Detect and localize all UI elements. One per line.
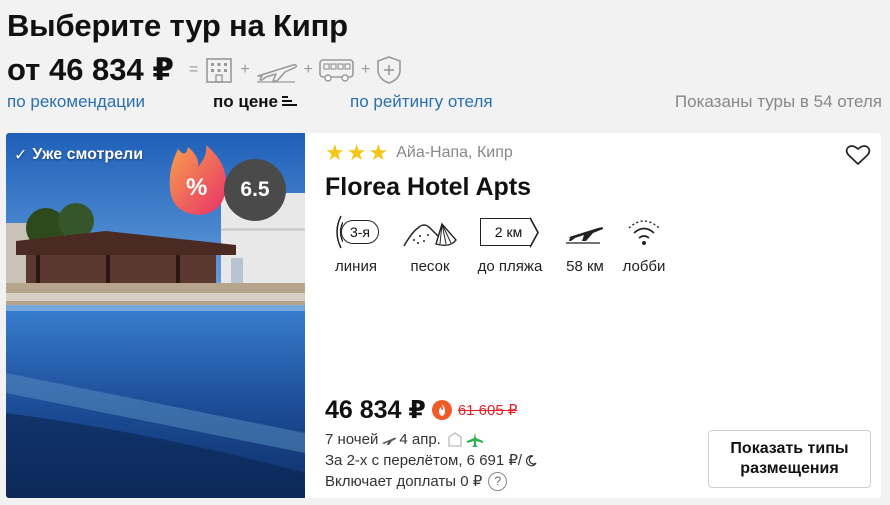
nights-row: 7 ночей 4 апр. [325,429,537,450]
plus-sign-3: + [361,61,371,78]
feature-label: лобби [622,258,666,275]
hot-deal-fire-icon [431,400,452,420]
show-room-types-button[interactable]: Показать типы размещения [708,430,871,488]
sand-beach-icon [402,212,458,252]
current-price-row: 46 834 ₽ 61 605 ₽ [325,395,537,425]
nights: 7 ночей [325,431,379,448]
sort-recommended[interactable]: по рекомендации [7,92,145,112]
current-price: 46 834 ₽ [325,396,426,424]
hotel-icon [203,56,235,84]
results-count: Показаны туры в 54 отеля [674,92,882,111]
seen-badge: ✓ Уже смотрели [14,145,143,165]
feature-airport: 58 км [560,212,610,275]
feature-sand: песок [399,212,461,275]
sort-by-rating[interactable]: по рейтингу отеля [350,92,493,112]
distance-icon: 2 км [479,212,540,252]
page-title: Выберите тур на Кипр [7,8,348,43]
favorite-heart-icon[interactable] [845,143,871,172]
seen-badge-label: Уже смотрели [32,146,144,163]
price-block: 46 834 ₽ 61 605 ₽ 7 ночей 4 апр. За 2-х … [325,395,537,492]
hotel-name[interactable]: Florea Hotel Apts [325,173,531,202]
flight-icon [255,57,299,83]
equals-sign: = [188,61,199,78]
plus-sign-2: + [303,61,313,78]
hotel-card[interactable]: ✓ Уже смотрели % 6.5 ★ ★ ★ Айа-Напа, Кип… [6,133,881,498]
stars-and-location: ★ ★ ★ Айа-Напа, Кипр [325,142,513,164]
night-moon-icon [525,454,537,467]
hotel-photo[interactable]: ✓ Уже смотрели % 6.5 [6,133,305,498]
beach-line-value: 3-я [340,220,380,244]
hotel-outline-icon [447,432,463,447]
feature-wifi: лобби [619,212,669,275]
extra-fees: Включает доплаты 0 ₽ [325,473,483,490]
hotel-rating: 6.5 [224,159,286,221]
hotel-location: Айа-Напа, Кипр [396,144,513,161]
hotel-info: ★ ★ ★ Айа-Напа, Кипр Florea Hotel Apts 3… [325,133,881,498]
check-icon: ✓ [14,147,28,164]
flight-included-icon [466,432,484,448]
plus-sign: + [240,61,250,78]
feature-label: до пляжа [477,258,543,275]
bus-icon [318,57,356,83]
flights-text: За 2-х с перелётом, 6 691 ₽/ [325,452,523,469]
sort-by-price-label: по цене [213,92,279,111]
feature-label: линия [335,258,377,275]
distance-value: 2 км [479,218,531,246]
departure-plane-icon [381,434,397,446]
feature-distance: 2 км до пляжа [470,212,550,275]
price-summary: от 46 834 ₽ = + + + [7,52,403,88]
airport-icon [564,212,606,252]
fees-row: Включает доплаты 0 ₽ ? [325,471,537,492]
deal-flame-badge: % [166,141,232,221]
star-icon-3: ★ [368,140,389,165]
sort-ascending-icon [282,92,298,112]
help-icon[interactable]: ? [488,472,508,491]
beach-line-icon: 3-я [333,212,380,252]
sort-by-price[interactable]: по цене [213,92,298,112]
feature-label: песок [410,258,450,275]
tour-formula: = + + + [184,55,403,85]
wifi-icon [626,212,662,252]
departure-date: 4 апр. [399,431,441,448]
insurance-shield-icon [375,55,403,85]
price-from: от 46 834 ₽ [7,52,174,87]
deal-percent: % [186,174,208,201]
sort-bar: по рекомендации по цене по рейтингу отел… [7,92,882,114]
feature-beach-line: 3-я линия [325,212,387,275]
old-price: 61 605 ₽ [457,402,518,419]
flights-row: За 2-х с перелётом, 6 691 ₽/ [325,450,537,471]
star-icon-2: ★ [346,140,367,165]
star-icon-1: ★ [325,140,345,165]
tour-meta: 7 ночей 4 апр. За 2-х с перелётом, 6 691… [325,429,537,492]
feature-label: 58 км [566,258,604,275]
